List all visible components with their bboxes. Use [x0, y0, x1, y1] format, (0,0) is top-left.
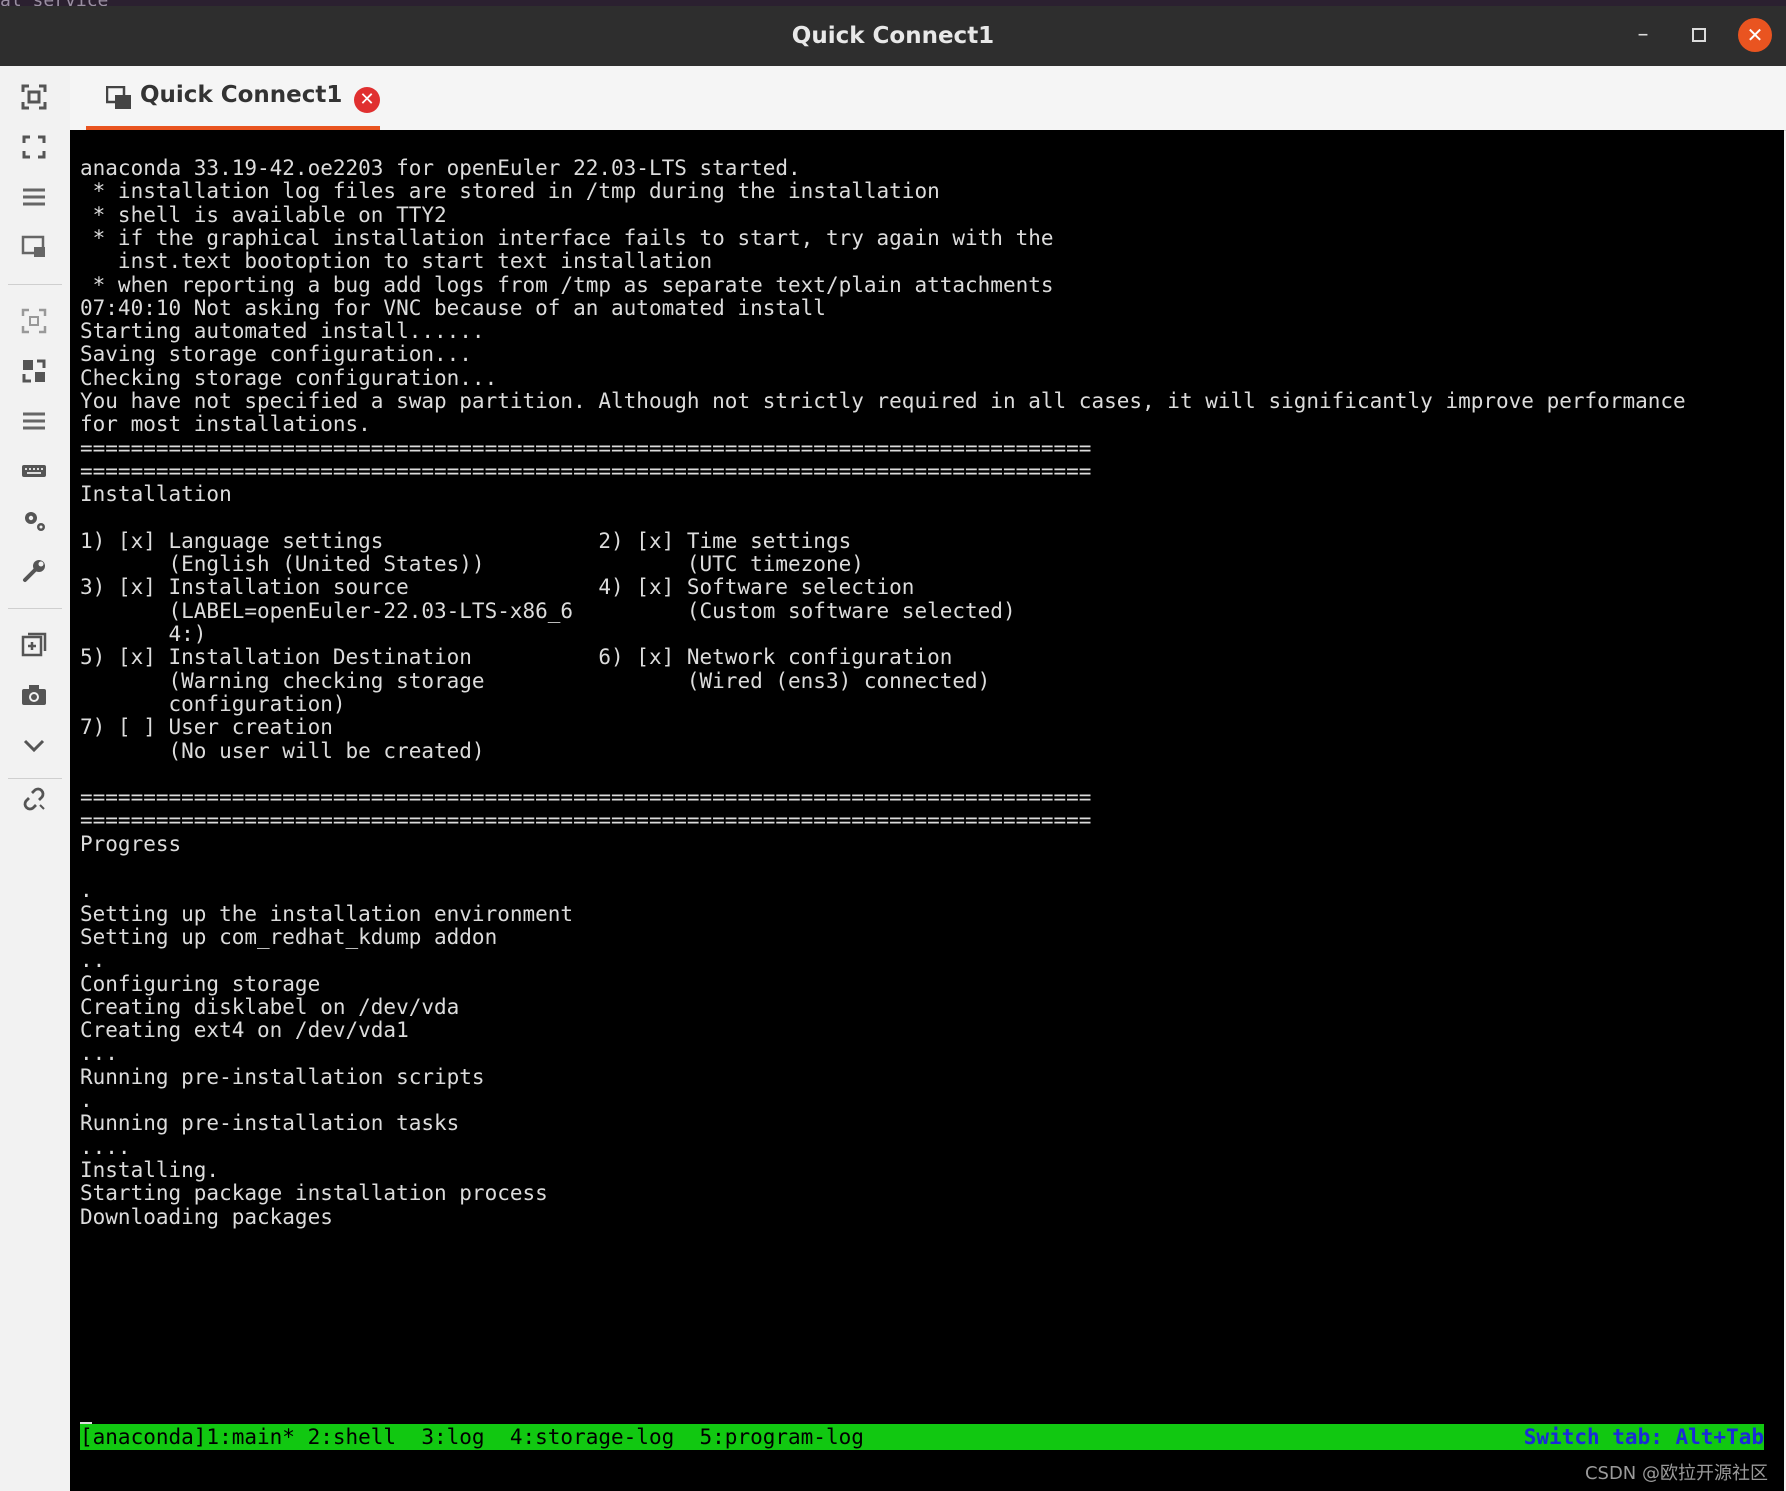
terminal-window-icon [105, 85, 132, 114]
close-tab-button[interactable]: ✕ [354, 87, 380, 113]
terminal-line: 07:40:10 Not asking for VNC because of a… [80, 295, 826, 320]
tab-bar: Quick Connect1 ✕ [70, 66, 1786, 131]
status-switch-hint: Switch tab: Alt+Tab [1523, 1425, 1764, 1449]
terminal-line: .... [80, 1134, 131, 1159]
terminal-line: * installation log files are stored in /… [80, 179, 940, 204]
terminal-line: * shell is available on TTY2 [80, 202, 447, 227]
terminal-line: 5) [x] Installation Destination 6) [x] N… [80, 645, 953, 670]
toolbar-sidebar [0, 66, 71, 1491]
terminal-line: Starting automated install...... [80, 319, 485, 344]
terminal-line: (Warning checking storage (Wired (ens3) … [80, 668, 991, 693]
terminal-line: ========================================… [80, 808, 1092, 833]
terminal-line: Setting up the installation environment [80, 901, 574, 926]
terminal-line: 1) [x] Language settings 2) [x] Time set… [80, 528, 852, 553]
fullscreen-icon[interactable] [17, 130, 51, 164]
terminal-line: inst.text bootoption to start text insta… [80, 249, 713, 274]
terminal-line: * if the graphical installation interfac… [80, 225, 1054, 250]
terminal-line: ========================================… [80, 458, 1092, 483]
terminal-line: Starting package installation process [80, 1181, 548, 1206]
terminal-line: 7) [ ] User creation [80, 715, 333, 740]
status-tabs: [anaconda]1:main* 2:shell 3:log 4:storag… [80, 1425, 864, 1449]
terminal-line: Installation [80, 482, 232, 507]
terminal-line: Configuring storage [80, 971, 321, 996]
settings-icon[interactable] [17, 504, 51, 538]
close-window-button[interactable]: ✕ [1738, 18, 1772, 52]
list-icon[interactable] [17, 404, 51, 438]
fit-screen-icon[interactable] [17, 304, 51, 338]
terminal-line: ========================================… [80, 785, 1092, 810]
menu-icon[interactable] [17, 180, 51, 214]
window-switch-icon[interactable] [17, 230, 51, 264]
terminal-line: Saving storage configuration... [80, 342, 472, 367]
terminal-line: (English (United States)) (UTC timezone) [80, 552, 864, 577]
watermark: CSDN @欧拉开源社区 [1584, 1463, 1768, 1484]
terminal-line: Progress [80, 831, 182, 856]
terminal-line: ========================================… [80, 435, 1092, 460]
terminal-line: (No user will be created) [80, 738, 485, 763]
terminal-line: 4:) [80, 622, 207, 646]
title-bar: Quick Connect1 – ✕ [0, 6, 1786, 66]
toolbar-divider [8, 778, 62, 779]
wrench-icon[interactable] [17, 554, 51, 588]
disconnect-icon[interactable] [17, 782, 51, 816]
tmux-status-bar: [anaconda]1:main* 2:shell 3:log 4:storag… [80, 1424, 1764, 1450]
terminal-line: . [80, 1088, 93, 1112]
maximize-icon [1692, 28, 1706, 42]
terminal-line: configuration) [80, 691, 346, 716]
terminal-line: You have not specified a swap partition.… [80, 389, 1686, 413]
terminal-line: Creating disklabel on /dev/vda [80, 994, 460, 1019]
terminal-line: Downloading packages [80, 1204, 333, 1229]
keyboard-icon[interactable] [17, 454, 51, 488]
toolbar-divider [8, 608, 62, 609]
terminal-line: 3) [x] Installation source 4) [x] Softwa… [80, 575, 915, 600]
terminal-line: for most installations. [80, 412, 371, 437]
terminal-line: Checking storage configuration... [80, 365, 498, 390]
camera-icon[interactable] [17, 678, 51, 712]
window-title: Quick Connect1 [791, 23, 995, 49]
tab-quick-connect1[interactable]: Quick Connect1 ✕ [86, 72, 380, 130]
terminal-line: Running pre-installation scripts [80, 1064, 485, 1089]
terminal-line: * when reporting a bug add logs from /tm… [80, 272, 1054, 297]
terminal-line: anaconda 33.19-42.oe2203 for openEuler 2… [80, 156, 801, 180]
terminal-line: Creating ext4 on /dev/vda1 [80, 1018, 409, 1043]
terminal-line: Installing. [80, 1157, 220, 1182]
expand-icon[interactable] [17, 354, 51, 388]
minimize-button[interactable]: – [1626, 18, 1660, 52]
terminal-line: Setting up com_redhat_kdump addon [80, 924, 498, 949]
terminal-line: (LABEL=openEuler-22.03-LTS-x86_6 (Custom… [80, 598, 1016, 623]
remote-viewer-window: Quick Connect1 – ✕ Quick Connect1 ✕ anac… [0, 6, 1786, 1491]
new-window-icon[interactable] [17, 628, 51, 662]
terminal-line: . [80, 878, 93, 903]
terminal-screen[interactable]: anaconda 33.19-42.oe2203 for openEuler 2… [70, 130, 1784, 1491]
terminal-line: .. [80, 948, 106, 973]
terminal-line: ... [80, 1041, 118, 1066]
chevron-down-icon[interactable] [17, 728, 51, 762]
tab-label: Quick Connect1 [140, 82, 343, 108]
toolbar-divider [8, 284, 62, 285]
terminal-line: Running pre-installation tasks [80, 1111, 460, 1136]
screenshot-fit-icon[interactable] [17, 80, 51, 114]
maximize-button[interactable] [1682, 18, 1716, 52]
